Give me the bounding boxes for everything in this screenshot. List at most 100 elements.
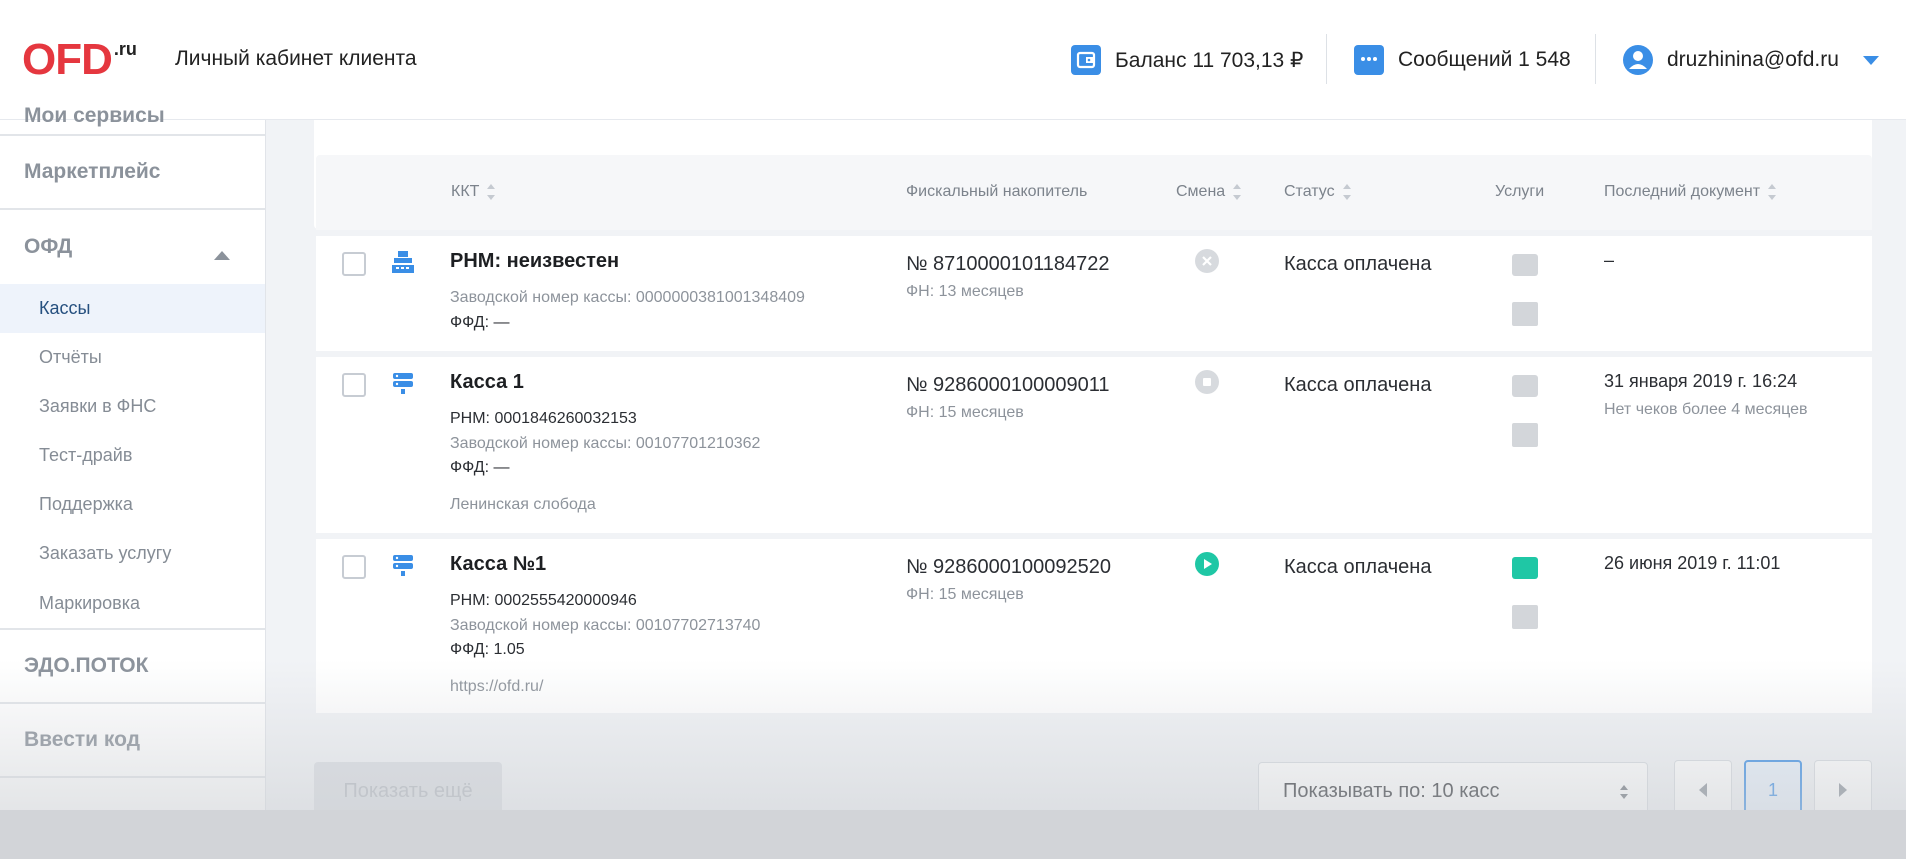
kkt-name[interactable]: РНМ: неизвестен	[450, 250, 619, 273]
chevron-down-icon	[1862, 48, 1879, 72]
row-checkbox[interactable]	[342, 373, 366, 397]
sidebar-item-label: Поддержка	[39, 494, 133, 514]
row-checkbox[interactable]	[342, 555, 366, 579]
th-status[interactable]: Статус	[1284, 183, 1351, 201]
table-header: ККТ Фискальный накопитель Смена Статус У…	[316, 155, 1872, 230]
page-button[interactable]: 1	[1744, 760, 1802, 810]
sidebar-item-label: Маркировка	[39, 592, 141, 613]
sidebar-item-support[interactable]: Поддержка	[0, 480, 265, 529]
sidebar-ofd[interactable]: ОФД	[0, 210, 265, 284]
last-doc: 26 июня 2019 г. 11:01	[1604, 553, 1781, 573]
sidebar-item-label: Заявки в ФНС	[39, 396, 157, 416]
logo-main: OFD	[22, 35, 113, 84]
status-text: Касса оплачена	[1284, 556, 1432, 578]
sort-icon	[1768, 184, 1777, 200]
ofd-logo[interactable]: OFD .ru	[22, 35, 137, 84]
sidebar-item-label: Тест-драйв	[39, 445, 133, 465]
shift-open-icon	[1195, 552, 1219, 576]
message-service-icon	[1512, 375, 1538, 397]
sidebar-item-marking[interactable]: Маркировка	[0, 578, 265, 630]
shift-stopped-icon	[1195, 370, 1219, 394]
messages-link[interactable]: Сообщений 1 548	[1354, 42, 1571, 78]
header-divider	[1326, 34, 1327, 84]
next-page-button[interactable]	[1814, 760, 1872, 810]
fn-period: ФН: 15 месяцев	[906, 586, 1024, 603]
status-text: Касса оплачена	[1284, 374, 1432, 396]
sidebar-marketplace[interactable]: Маркетплейс	[0, 136, 265, 210]
sidebar-item-label: Заказать услугу	[39, 543, 172, 563]
main-content: ККТ Фискальный накопитель Смена Статус У…	[266, 120, 1906, 810]
kkt-ffd: ФФД: —	[450, 459, 510, 476]
sidebar-my-services[interactable]: Мои сервисы	[0, 104, 265, 136]
bottom-strip	[0, 810, 1906, 859]
kkt-name[interactable]: Касса №1	[450, 553, 546, 576]
kkt-address: https://ofd.ru/	[450, 678, 544, 695]
balance-link[interactable]: Баланс 11 703,13 ₽	[1071, 42, 1303, 78]
sidebar: Мои сервисы Маркетплейс ОФД Кассы Отчёты…	[0, 104, 266, 810]
shift-closed-icon	[1195, 249, 1219, 273]
th-kkt[interactable]: ККТ	[451, 183, 496, 201]
fn-period: ФН: 13 месяцев	[906, 283, 1024, 300]
sidebar-edo[interactable]: ЭДО.ПОТОК	[0, 630, 265, 704]
server-icon	[391, 553, 415, 577]
per-page-label: Показывать по: 10 касс	[1283, 779, 1500, 802]
messages-text: Сообщений 1 548	[1398, 48, 1571, 71]
sidebar-section-label: ЭДО.ПОТОК	[24, 654, 149, 677]
kkt-ffd: ФФД: —	[450, 314, 510, 331]
th-shift[interactable]: Смена	[1176, 183, 1242, 201]
message-icon	[1354, 45, 1384, 75]
server-icon	[391, 371, 415, 395]
header-divider	[1595, 34, 1596, 84]
fn-number: № 8710000101184722	[906, 253, 1110, 275]
kkt-rnm: РНМ: 0002555420000946	[450, 592, 637, 609]
kkt-serial: Заводской номер кассы: 00000003810013484…	[450, 289, 805, 306]
sidebar-section-label: Мои сервисы	[24, 104, 165, 127]
prev-page-button[interactable]	[1674, 760, 1732, 810]
sidebar-item-order-service[interactable]: Заказать услугу	[0, 529, 265, 578]
last-doc: 31 января 2019 г. 16:24	[1604, 371, 1798, 391]
sidebar-section-label: ОФД	[24, 235, 73, 258]
row-checkbox[interactable]	[342, 252, 366, 276]
sort-icon	[1342, 184, 1351, 200]
status-text: Касса оплачена	[1284, 253, 1432, 275]
message-service-icon	[1512, 557, 1538, 579]
chevron-up-icon	[214, 242, 230, 266]
last-doc-note: Нет чеков более 4 месяцев	[1604, 401, 1808, 418]
top-header: OFD .ru Личный кабинет клиента Баланс 11…	[0, 0, 1906, 120]
per-page-select[interactable]: Показывать по: 10 касс	[1258, 762, 1648, 810]
logo-suffix: .ru	[113, 39, 137, 59]
kkt-serial: Заводской номер кассы: 00107701210362	[450, 435, 761, 452]
sidebar-item-fns-requests[interactable]: Заявки в ФНС	[0, 382, 265, 431]
kkt-name[interactable]: Касса 1	[450, 371, 524, 394]
show-more-button[interactable]: Показать ещё	[314, 762, 502, 810]
kkt-table: ККТ Фискальный накопитель Смена Статус У…	[316, 155, 1872, 713]
fn-number: № 9286000100092520	[906, 556, 1111, 578]
fn-period: ФН: 15 месяцев	[906, 404, 1024, 421]
chevron-left-icon	[1699, 783, 1707, 797]
sidebar-item-label: Кассы	[39, 298, 91, 318]
user-email: druzhinina@ofd.ru	[1667, 48, 1839, 71]
sidebar-item-kassy[interactable]: Кассы	[0, 284, 265, 333]
select-arrows-icon	[1619, 783, 1629, 807]
table-row[interactable]: Касса №1 РНМ: 0002555420000946 Заводской…	[316, 539, 1872, 713]
building-service-icon	[1512, 423, 1538, 447]
th-label: Услуги	[1495, 183, 1545, 200]
table-row[interactable]: Касса 1 РНМ: 0001846260032153 Заводской …	[316, 357, 1872, 533]
balance-text: Баланс 11 703,13 ₽	[1115, 48, 1304, 72]
th-last-doc[interactable]: Последний документ	[1604, 183, 1777, 201]
table-row[interactable]: РНМ: неизвестен Заводской номер кассы: 0…	[316, 236, 1872, 351]
building-service-icon	[1512, 302, 1538, 326]
fn-number: № 9286000100009011	[906, 374, 1110, 396]
cash-register-icon	[391, 250, 415, 274]
kkt-rnm: РНМ: 0001846260032153	[450, 410, 637, 427]
sidebar-section-label: Маркетплейс	[24, 160, 161, 183]
message-service-icon	[1512, 254, 1538, 276]
user-menu[interactable]: druzhinina@ofd.ru	[1623, 42, 1879, 78]
th-fn: Фискальный накопитель	[906, 183, 1087, 201]
sidebar-item-reports[interactable]: Отчёты	[0, 333, 265, 382]
th-label: Последний документ	[1604, 183, 1761, 200]
kkt-address: Ленинская слобода	[450, 496, 596, 513]
sidebar-item-test-drive[interactable]: Тест-драйв	[0, 431, 265, 480]
sidebar-enter-code[interactable]: Ввести код	[0, 704, 265, 778]
last-doc: –	[1604, 250, 1615, 270]
